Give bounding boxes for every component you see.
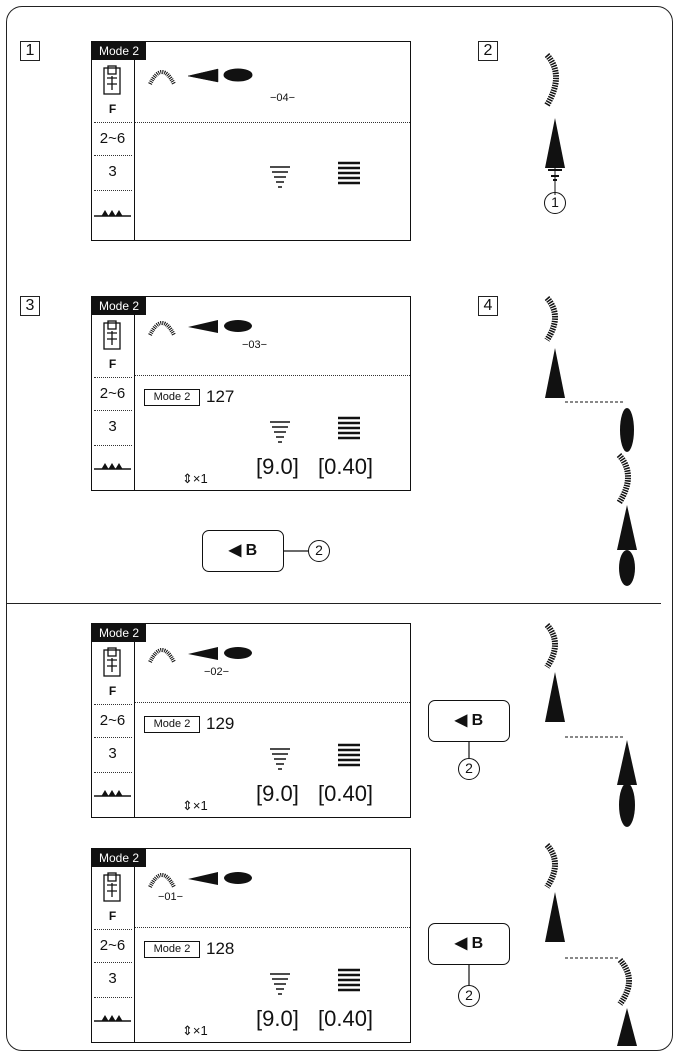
stitch-preview-6 — [544, 843, 637, 1046]
